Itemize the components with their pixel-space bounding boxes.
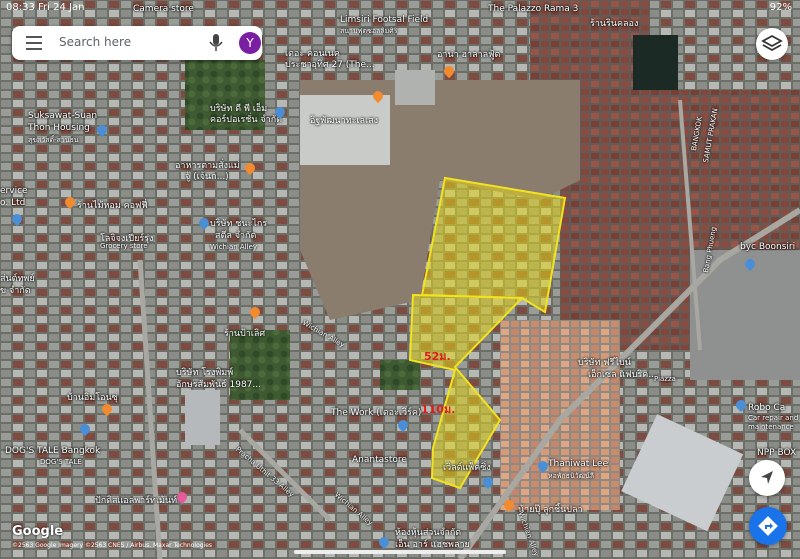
- map-label: byc Boonsiri: [740, 242, 796, 252]
- map-label: ร้านไม้หอม คอฟฟี่: [77, 201, 148, 211]
- map-label: ervice: [0, 186, 28, 196]
- map-label: NPP BOX: [757, 448, 797, 458]
- map-label: Anantastore: [352, 455, 407, 465]
- map-label: อิฐพัฒนาทะเลเสง: [310, 116, 378, 126]
- map-label: สนามฟุตซอลลิมศิริ: [340, 27, 398, 35]
- map-label: DOG'S TALE Bangkok: [5, 446, 101, 456]
- satellite-map[interactable]: [0, 0, 800, 559]
- map-label: maintenance: [748, 423, 794, 431]
- account-avatar[interactable]: Y: [239, 32, 261, 54]
- map-label: ร้านป้าเลิศ: [224, 329, 266, 339]
- map-label: Thon Housing: [28, 123, 90, 133]
- dimension-label-110m: 110ม.: [421, 403, 456, 416]
- home-indicator[interactable]: [294, 550, 506, 554]
- sheds-north2: [395, 70, 435, 105]
- map-label: Robo Ca: [748, 403, 786, 413]
- map-label: ปักดิสแอลพาร์ทเม้นท์: [95, 496, 178, 506]
- map-label: ประชาอุทิศ 27 (The...: [285, 60, 375, 70]
- layers-button[interactable]: [756, 28, 788, 60]
- menu-icon[interactable]: [26, 36, 42, 50]
- map-label: สตีล จำกัด: [215, 231, 257, 241]
- map-label: Thaniwat Lee: [548, 459, 609, 469]
- map-label: หอพักธนิวัฒน์ลี: [548, 472, 595, 480]
- map-label: ร้านรินคลอง: [590, 19, 639, 29]
- map-label: อาน่า ฮาลาลฟู้ด: [437, 50, 501, 60]
- warehouse-west: [185, 390, 220, 445]
- map-label: น้ายปุ๊ ลูกชิ้นปลา: [518, 505, 583, 515]
- directions-button[interactable]: [749, 507, 787, 545]
- status-bar: 08:33 Fri 24 Jan 92%: [0, 0, 800, 16]
- map-label: The Work (เดอะเวิร์ค): [331, 408, 422, 418]
- map-label: Wichian Alley: [210, 243, 258, 251]
- map-label: สุขสวัสดิ์-สวนธน: [28, 136, 79, 144]
- map-label: เอ็น อาร์ แฮชพลาย: [395, 540, 470, 550]
- battery-level: 92%: [769, 2, 792, 13]
- map-copyright: ©2563 Google Imagery ©2563 CNES / Airbus…: [12, 542, 213, 549]
- layers-icon: [761, 34, 783, 52]
- map-label: Suksawat-Suan: [28, 111, 98, 121]
- map-label: o. Ltd: [0, 198, 26, 208]
- map-label: Piazza: [654, 375, 676, 383]
- map-label: Car repair and: [748, 414, 799, 422]
- microphone-icon[interactable]: [209, 34, 223, 52]
- map-label: Grocery store: [100, 242, 148, 250]
- map-label: บ้านอิ่มโอนซุ่: [67, 393, 118, 403]
- map-label: เอ็กเซล แฟบริค...: [588, 370, 657, 380]
- map-label: อักษรสัมพันธ์ 1987...: [176, 380, 261, 390]
- pond: [633, 35, 678, 90]
- my-location-button[interactable]: [749, 460, 785, 496]
- map-label: DOG'S TALE: [40, 458, 82, 466]
- navigation-arrow-icon: [761, 471, 773, 484]
- map-label: ข จำกัด: [0, 286, 31, 296]
- search-bar[interactable]: Search here Y: [12, 26, 262, 60]
- sheds-north: [300, 95, 390, 165]
- dimension-label-52m: 52ม.: [424, 350, 451, 363]
- map-label: Limsiri Footsal Field: [340, 15, 429, 25]
- tree-cover-3: [380, 360, 420, 390]
- map-label: คอร์ปอเรชั่น จำกัด: [210, 115, 283, 125]
- map-label: เวิลด์แพ็คซิ่ง: [443, 463, 491, 473]
- directions-icon: [758, 516, 778, 536]
- map-label: จู้ (เจ้นก...): [185, 172, 229, 182]
- google-logo: Google: [12, 524, 64, 539]
- search-input[interactable]: Search here: [59, 35, 131, 49]
- land-parcel-north[interactable]: [420, 176, 567, 314]
- status-time: 08:33 Fri 24 Jan: [6, 2, 85, 13]
